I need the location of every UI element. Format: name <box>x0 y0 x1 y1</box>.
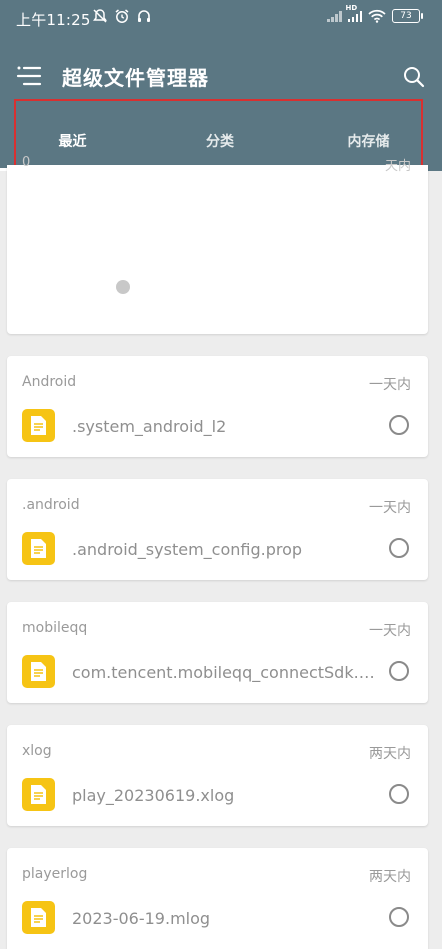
toolbar: 超级文件管理器 <box>0 52 442 100</box>
file-item[interactable]: play_20230619.xlog <box>7 775 428 817</box>
file-name: 2023-06-19.mlog <box>72 909 211 928</box>
time-label: 一天内 <box>369 500 411 516</box>
signal-icon-2: HD <box>346 4 362 22</box>
file-name: .system_android_l2 <box>72 417 227 436</box>
select-checkbox[interactable] <box>389 661 409 681</box>
select-checkbox[interactable] <box>389 415 409 435</box>
recent-card: xlog 两天内 play_20230619.xlog <box>7 725 428 826</box>
folder-name[interactable]: xlog <box>22 743 52 759</box>
time-label: 两天内 <box>369 869 411 885</box>
select-checkbox[interactable] <box>389 538 409 558</box>
status-left-icons <box>92 8 152 24</box>
document-icon <box>22 901 55 934</box>
battery-icon: 73 <box>392 9 423 23</box>
menu-icon <box>16 66 42 86</box>
status-bar: 上午11:25 HD 73 <box>0 0 442 36</box>
document-icon <box>22 778 55 811</box>
network-type-label: HD <box>345 4 358 12</box>
recent-card-top: 0 天内 <box>7 155 428 334</box>
file-item[interactable]: 2023-06-19.mlog <box>7 898 428 940</box>
menu-button[interactable] <box>16 64 42 88</box>
folder-name[interactable]: playerlog <box>22 866 87 882</box>
time-label: 一天内 <box>369 377 411 393</box>
recent-card: mobileqq 一天内 com.tencent.mobileqq_connec… <box>7 602 428 703</box>
folder-name[interactable]: Android <box>22 374 76 390</box>
partial-folder-label: 0 <box>22 155 31 170</box>
partial-time-label: 天内 <box>384 159 411 174</box>
search-button[interactable] <box>402 65 426 89</box>
folder-name[interactable]: .android <box>22 497 80 513</box>
bell-off-icon <box>93 9 107 23</box>
document-icon <box>22 655 55 688</box>
file-name: .android_system_config.prop <box>72 540 303 559</box>
document-icon <box>22 409 55 442</box>
select-checkbox[interactable] <box>389 907 409 927</box>
status-time: 上午11:25 <box>16 11 91 29</box>
folder-name[interactable]: mobileqq <box>22 620 87 636</box>
headset-icon <box>138 10 150 22</box>
file-item[interactable]: .system_android_l2 <box>7 406 428 448</box>
recent-card: Android 一天内 .system_android_l2 <box>7 356 428 457</box>
file-item[interactable]: .android_system_config.prop <box>7 529 428 571</box>
alarm-icon <box>115 9 129 23</box>
status-right-icons: HD 73 <box>327 4 423 23</box>
recent-card: playerlog 两天内 2023-06-19.mlog <box>7 848 428 949</box>
document-icon <box>22 532 55 565</box>
wifi-icon <box>368 9 386 23</box>
file-name: com.tencent.mobileqq_connectSdk.log <box>72 663 377 682</box>
signal-icon-1 <box>327 10 342 22</box>
app-title: 超级文件管理器 <box>62 66 209 90</box>
file-name: play_20230619.xlog <box>72 786 235 805</box>
select-checkbox[interactable] <box>389 784 409 804</box>
recent-card: .android 一天内 .android_system_config.prop <box>7 479 428 580</box>
search-icon <box>404 67 425 88</box>
time-label: 两天内 <box>369 746 411 762</box>
battery-level: 73 <box>400 11 412 21</box>
time-label: 一天内 <box>369 623 411 639</box>
file-item[interactable]: com.tencent.mobileqq_connectSdk.log <box>7 652 428 694</box>
loading-indicator <box>116 280 130 294</box>
